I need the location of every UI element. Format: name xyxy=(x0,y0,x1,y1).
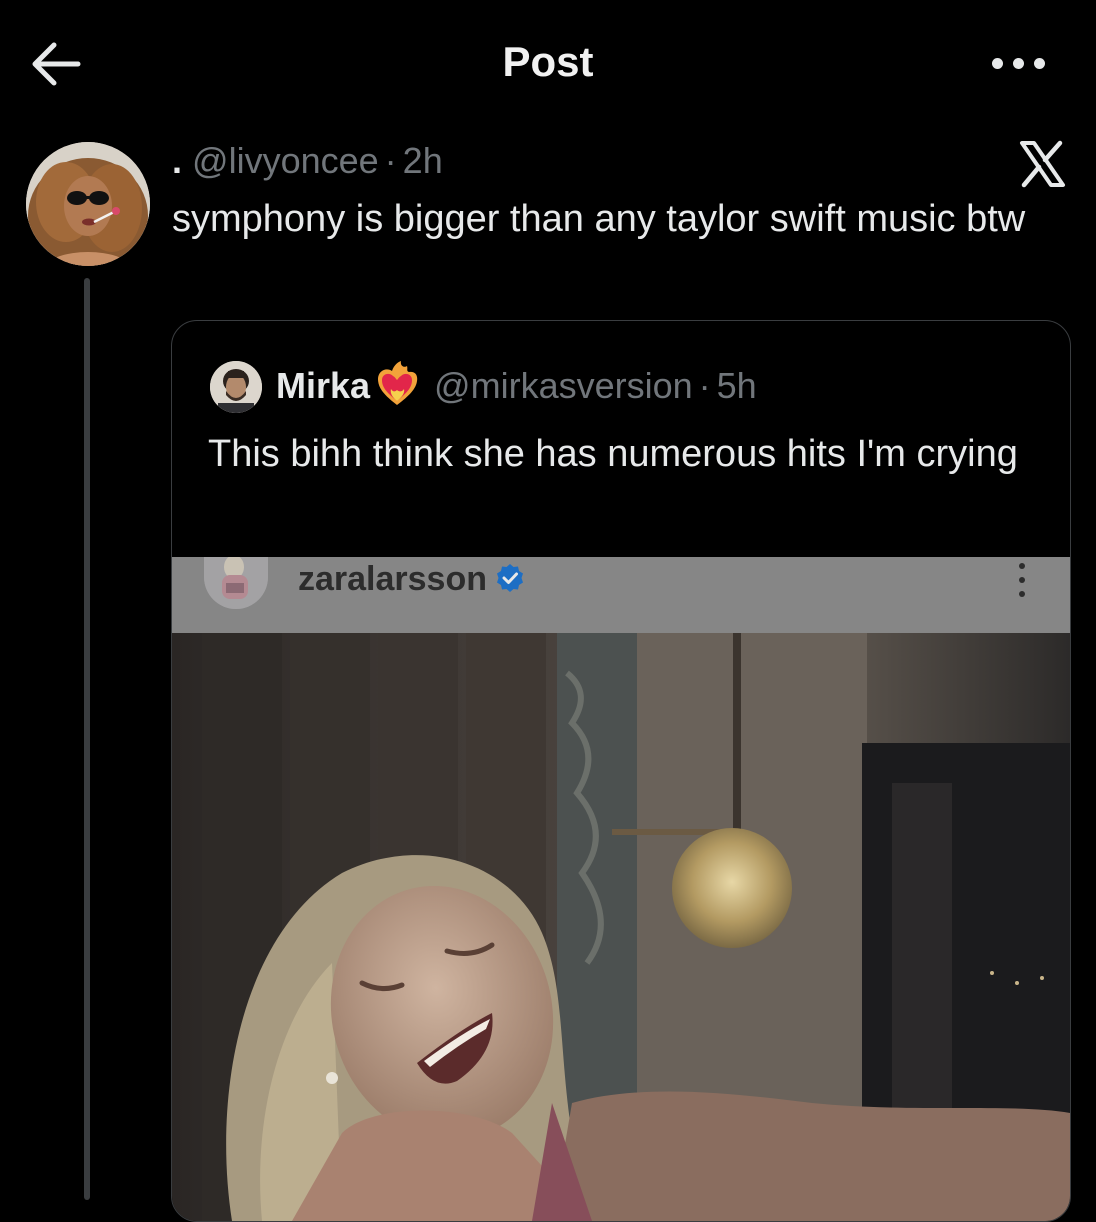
page-title: Post xyxy=(502,38,594,85)
quoted-post-text: This bihh think she has numerous hits I'… xyxy=(208,433,1018,475)
author-avatar[interactable] xyxy=(26,142,150,266)
more-horizontal-icon xyxy=(1034,58,1045,69)
ig-username-text: zaralarsson xyxy=(298,560,487,598)
more-horizontal-icon xyxy=(992,58,1003,69)
separator: · xyxy=(384,140,397,181)
ig-username: zaralarsson xyxy=(298,557,525,601)
post-header: . @livyoncee · 2h xyxy=(172,136,443,186)
more-horizontal-icon xyxy=(1013,58,1024,69)
heart-on-fire-icon xyxy=(378,361,418,406)
top-bar: Post xyxy=(0,0,1096,125)
quoted-media[interactable]: zaralarsson xyxy=(172,557,1070,1221)
ig-avatar xyxy=(204,557,268,609)
post-time[interactable]: 2h xyxy=(403,140,443,181)
author-display-name[interactable]: . xyxy=(172,140,182,181)
quoted-author-name[interactable]: Mirka xyxy=(276,365,370,406)
instagram-header-bar: zaralarsson xyxy=(172,557,1070,633)
photo-laughing-woman xyxy=(172,633,1070,1221)
quoted-post-time[interactable]: 5h xyxy=(717,365,757,406)
author-handle[interactable]: @livyoncee xyxy=(192,140,379,181)
more-options-button[interactable] xyxy=(982,40,1054,86)
thread-line xyxy=(84,278,90,1200)
x-logo-icon xyxy=(1016,138,1068,190)
verified-badge-icon xyxy=(497,564,523,593)
more-vertical-icon xyxy=(1010,559,1034,603)
separator: · xyxy=(698,365,711,406)
quoted-author-avatar[interactable] xyxy=(210,361,262,413)
post-text: symphony is bigger than any taylor swift… xyxy=(172,198,1026,240)
quoted-author-handle[interactable]: @mirkasversion xyxy=(434,365,693,406)
quoted-post-header: Mirka @mirkasversion · 5h xyxy=(276,361,757,411)
quoted-post[interactable]: Mirka @mirkasversion · 5h This bihh think … xyxy=(171,320,1071,1222)
